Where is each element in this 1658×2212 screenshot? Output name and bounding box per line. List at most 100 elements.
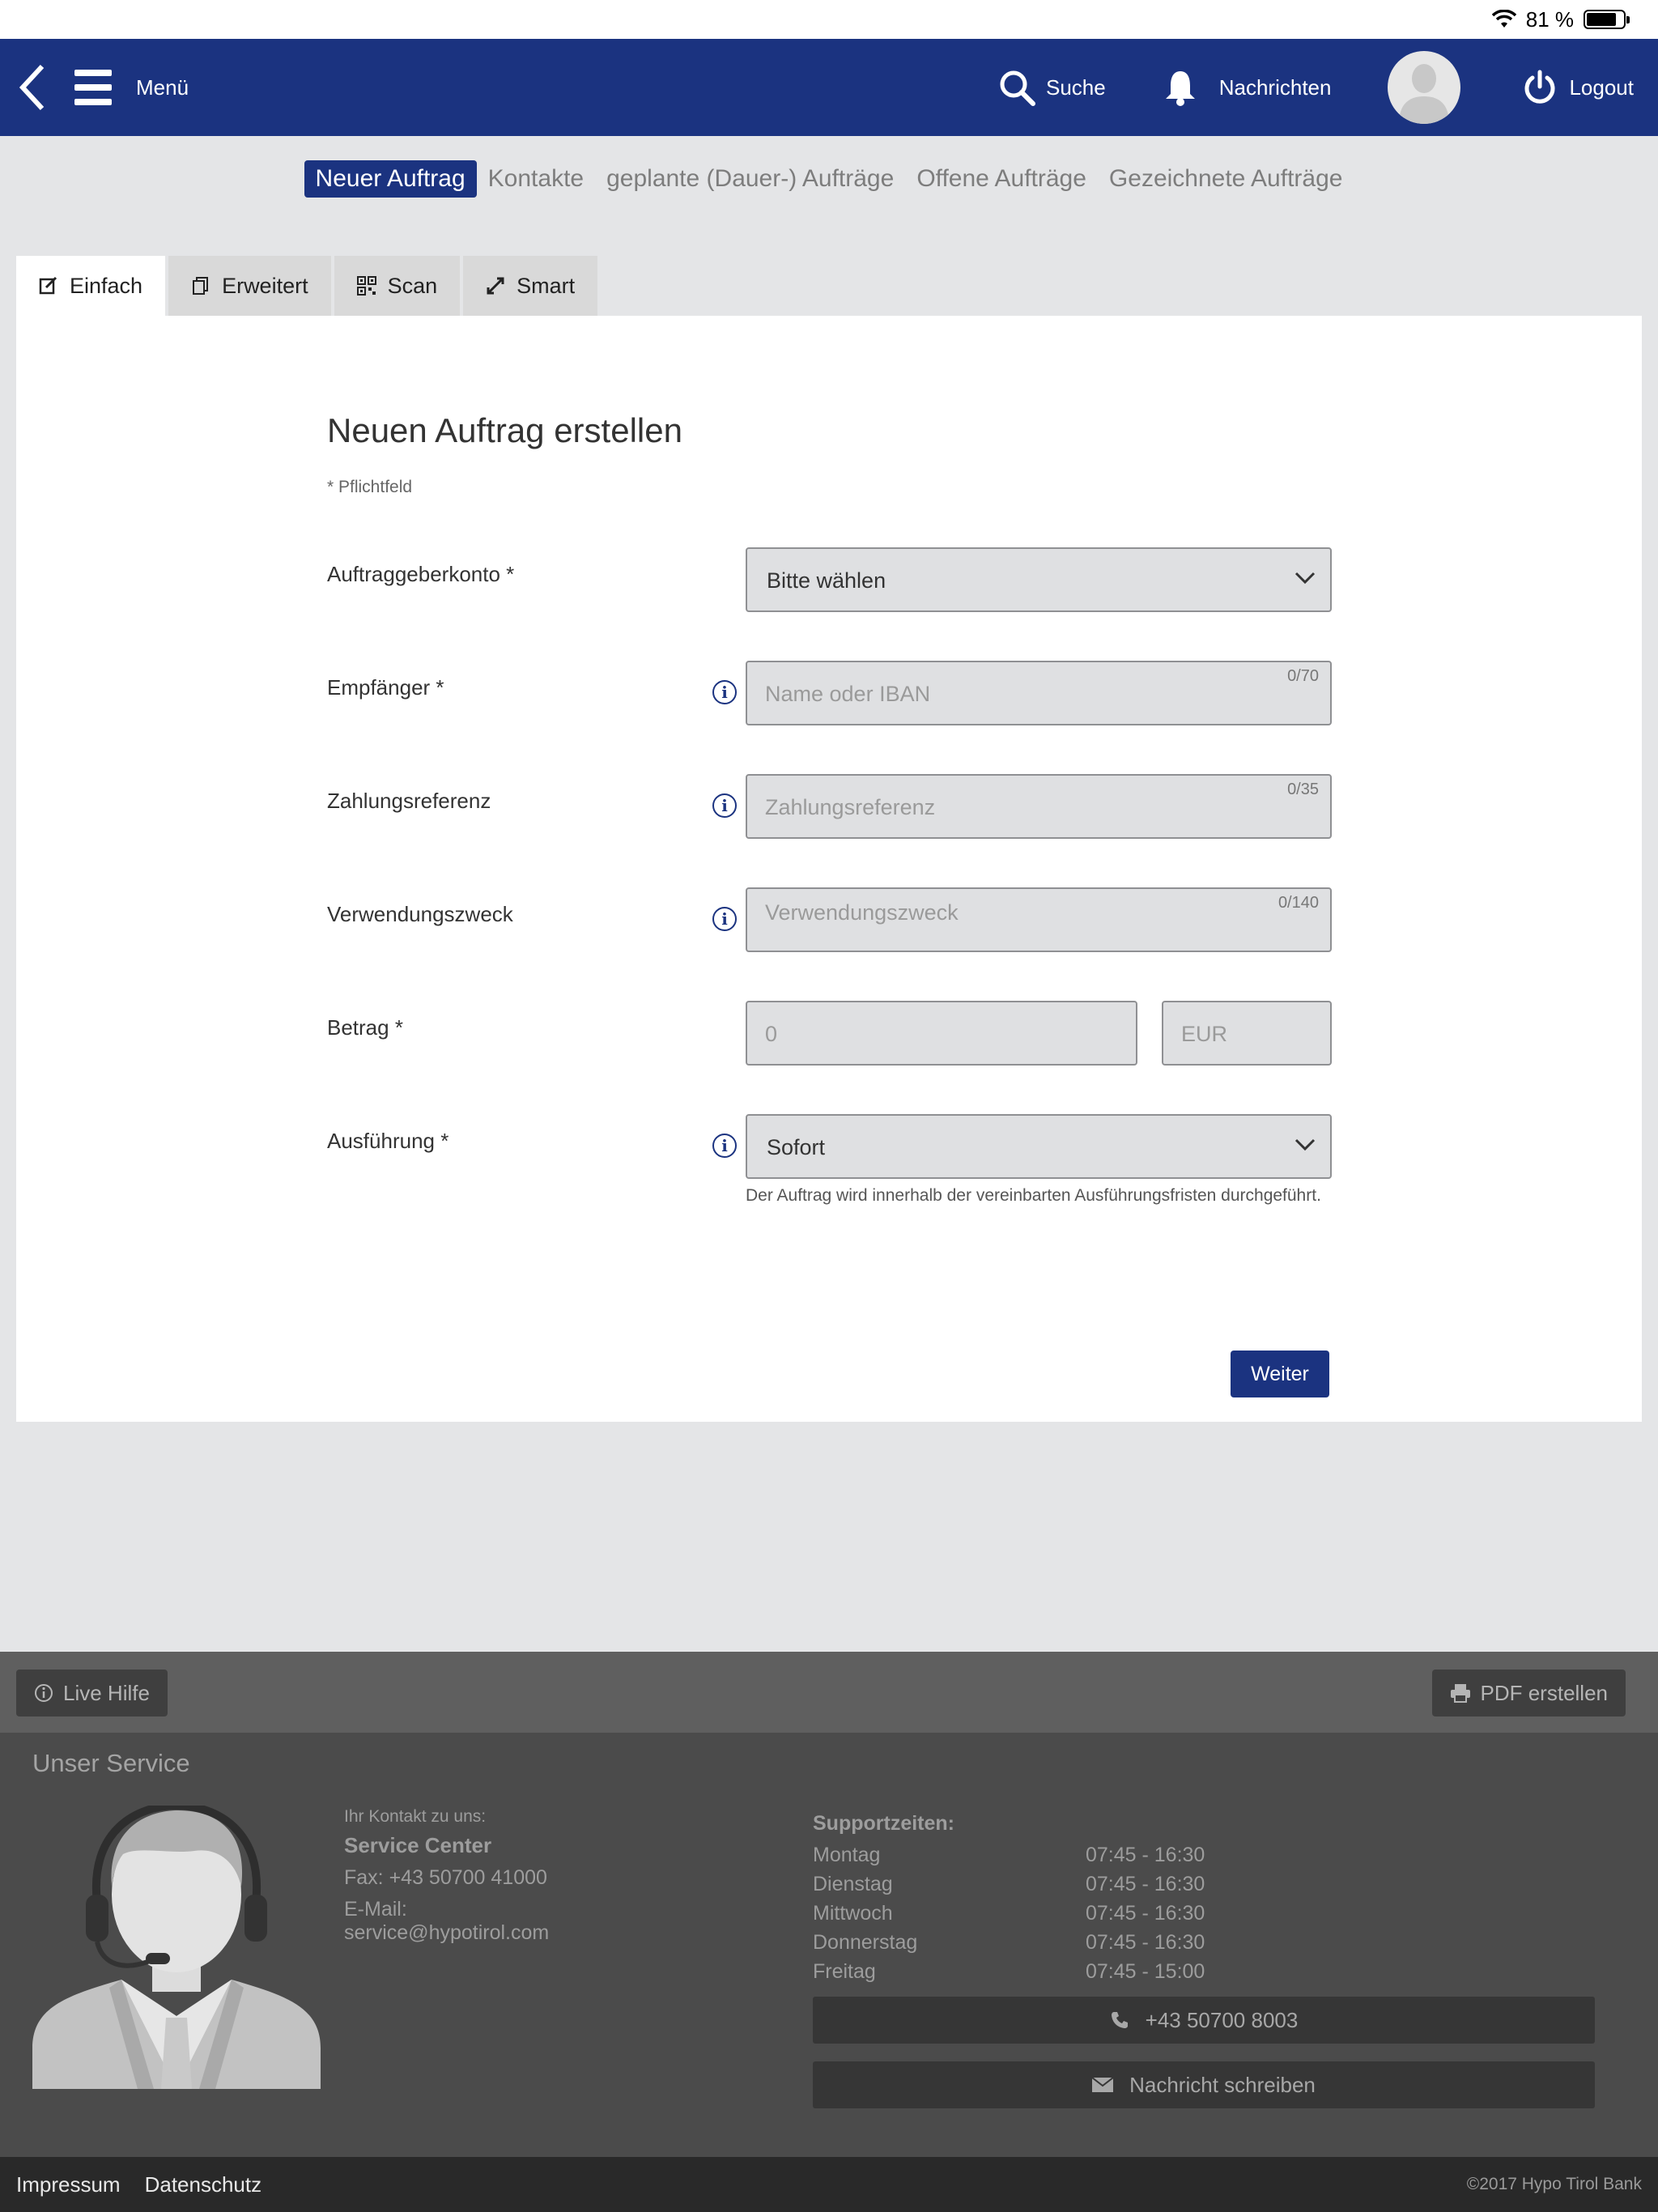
execution-select-value: Sofort [767,1135,826,1159]
live-help-button[interactable]: Live Hilfe [16,1670,168,1716]
amount-input[interactable]: 0 [746,1001,1137,1066]
weiter-button[interactable]: Weiter [1231,1351,1329,1397]
reference-placeholder: Zahlungsreferenz [765,795,936,819]
amount-placeholder: 0 [765,1022,778,1046]
chevron-left-icon [19,64,45,111]
amount-row: Betrag * 0 EUR [327,1001,1347,1066]
service-section: Unser Service Ihr Kontakt zu uns: Servic… [0,1733,1658,2157]
hours-row: Freitag 07:45 - 15:00 [813,1957,1299,1986]
tab-erweitert[interactable]: Erweitert [168,256,331,316]
account-select[interactable]: Bitte wählen [746,547,1332,612]
support-hours: Supportzeiten: Montag 07:45 - 16:30 Dien… [813,1812,1299,1986]
email-link[interactable]: service@hypotirol.com [344,1921,668,1945]
currency-input[interactable]: EUR [1162,1001,1332,1066]
info-icon[interactable]: i [712,680,737,704]
hours-row: Donnerstag 07:45 - 16:30 [813,1928,1299,1957]
reference-counter: 0/35 [1287,781,1319,798]
live-help-label: Live Hilfe [63,1680,150,1705]
recipient-counter: 0/70 [1287,667,1319,685]
messages-label: Nachrichten [1218,74,1332,100]
account-label: Auftraggeberkonto * [327,562,515,586]
email-label: E-Mail: [344,1898,407,1921]
search-label: Suche [1046,74,1106,100]
copyright: ©2017 Hypo Tirol Bank [1466,2175,1642,2193]
execution-select[interactable]: Sofort [746,1114,1332,1179]
pdf-label: PDF erstellen [1480,1680,1609,1705]
recipient-placeholder: Name oder IBAN [765,682,931,706]
battery-percent: 81 % [1525,6,1574,32]
support-agent-icon [32,1801,321,2093]
execution-hint: Der Auftrag wird innerhalb der vereinbar… [746,1186,1321,1205]
hours-row: Dienstag 07:45 - 16:30 [813,1870,1299,1899]
search-icon [1000,70,1035,106]
user-icon [1399,64,1450,124]
menu-label[interactable]: Menü [136,75,189,100]
purpose-textarea[interactable]: Verwendungszweck 0/140 [746,887,1332,952]
app-header: Menü Suche Nachrichten Logout [0,39,1658,136]
hours-time: 07:45 - 16:30 [1086,1872,1205,1895]
tab-scan[interactable]: Scan [334,256,461,316]
impressum-link[interactable]: Impressum [16,2172,121,2197]
avatar[interactable] [1388,51,1461,124]
tab-scan-label: Scan [387,273,438,298]
info-icon[interactable]: i [712,793,737,818]
write-message-button[interactable]: Nachricht schreiben [813,2061,1595,2108]
reference-label: Zahlungsreferenz [327,789,491,813]
reference-row: Zahlungsreferenz i Zahlungsreferenz 0/35 [327,774,1347,839]
currency-value: EUR [1181,1022,1228,1046]
subnav-open-orders[interactable]: Offene Aufträge [905,160,1098,198]
battery-level [1587,13,1616,26]
purpose-row: Verwendungszweck i Verwendungszweck 0/14… [327,887,1347,952]
logout-label: Logout [1569,74,1634,100]
fax-number: Fax: +43 50700 41000 [344,1866,547,1889]
messages-button[interactable]: Nachrichten [1163,68,1332,107]
purpose-placeholder: Verwendungszweck [765,900,959,925]
service-title: Unser Service [32,1749,190,1777]
call-button-label: +43 50700 8003 [1145,2007,1299,2032]
hours-row: Montag 07:45 - 16:30 [813,1840,1299,1870]
phone-icon [1111,2012,1128,2028]
edit-icon [39,276,57,295]
hours-day: Dienstag [813,1872,893,1895]
subnav-planned-orders[interactable]: geplante (Dauer-) Aufträge [595,160,905,198]
hours-time: 07:45 - 16:30 [1086,1843,1205,1866]
qr-code-icon [356,276,376,296]
subnav-signed-orders[interactable]: Gezeichnete Aufträge [1098,160,1354,198]
back-button[interactable] [16,63,52,112]
privacy-link[interactable]: Datenschutz [145,2172,262,2197]
bell-icon [1165,71,1195,106]
reference-input[interactable]: Zahlungsreferenz 0/35 [746,774,1332,839]
account-select-value: Bitte wählen [767,568,886,593]
write-message-label: Nachricht schreiben [1129,2072,1316,2097]
copy-icon [193,277,209,295]
hours-day: Donnerstag [813,1930,918,1954]
hamburger-icon[interactable] [74,70,112,105]
amount-label: Betrag * [327,1015,403,1040]
printer-icon [1450,1684,1470,1703]
wifi-icon [1491,10,1516,28]
required-note: * Pflichtfeld [327,478,413,496]
recipient-input[interactable]: Name oder IBAN 0/70 [746,661,1332,725]
hours-day: Montag [813,1843,881,1866]
hours-day: Mittwoch [813,1901,893,1925]
info-circle-icon [35,1684,53,1702]
bottom-bar: Impressum Datenschutz ©2017 Hypo Tirol B… [0,2157,1658,2212]
status-bar: 81 % [0,0,1658,39]
search-button[interactable]: Suche [997,68,1106,107]
info-icon[interactable]: i [712,907,737,931]
tab-smart[interactable]: Smart [463,256,598,316]
hours-time: 07:45 - 15:00 [1086,1959,1205,1983]
tab-einfach[interactable]: Einfach [16,256,166,316]
recipient-row: Empfänger * i Name oder IBAN 0/70 [327,661,1347,725]
tab-einfach-label: Einfach [70,273,143,298]
subnav-contacts[interactable]: Kontakte [477,160,595,198]
call-button[interactable]: +43 50700 8003 [813,1997,1595,2044]
execution-row: Ausführung * i Sofort [327,1114,1347,1179]
logout-button[interactable]: Logout [1522,70,1634,105]
subnav-new-order[interactable]: Neuer Auftrag [304,160,477,198]
pdf-button[interactable]: PDF erstellen [1431,1670,1626,1716]
service-center-name: Service Center [344,1833,492,1857]
hours-time: 07:45 - 16:30 [1086,1901,1205,1925]
info-icon[interactable]: i [712,1134,737,1158]
chevron-down-icon [1295,572,1316,585]
